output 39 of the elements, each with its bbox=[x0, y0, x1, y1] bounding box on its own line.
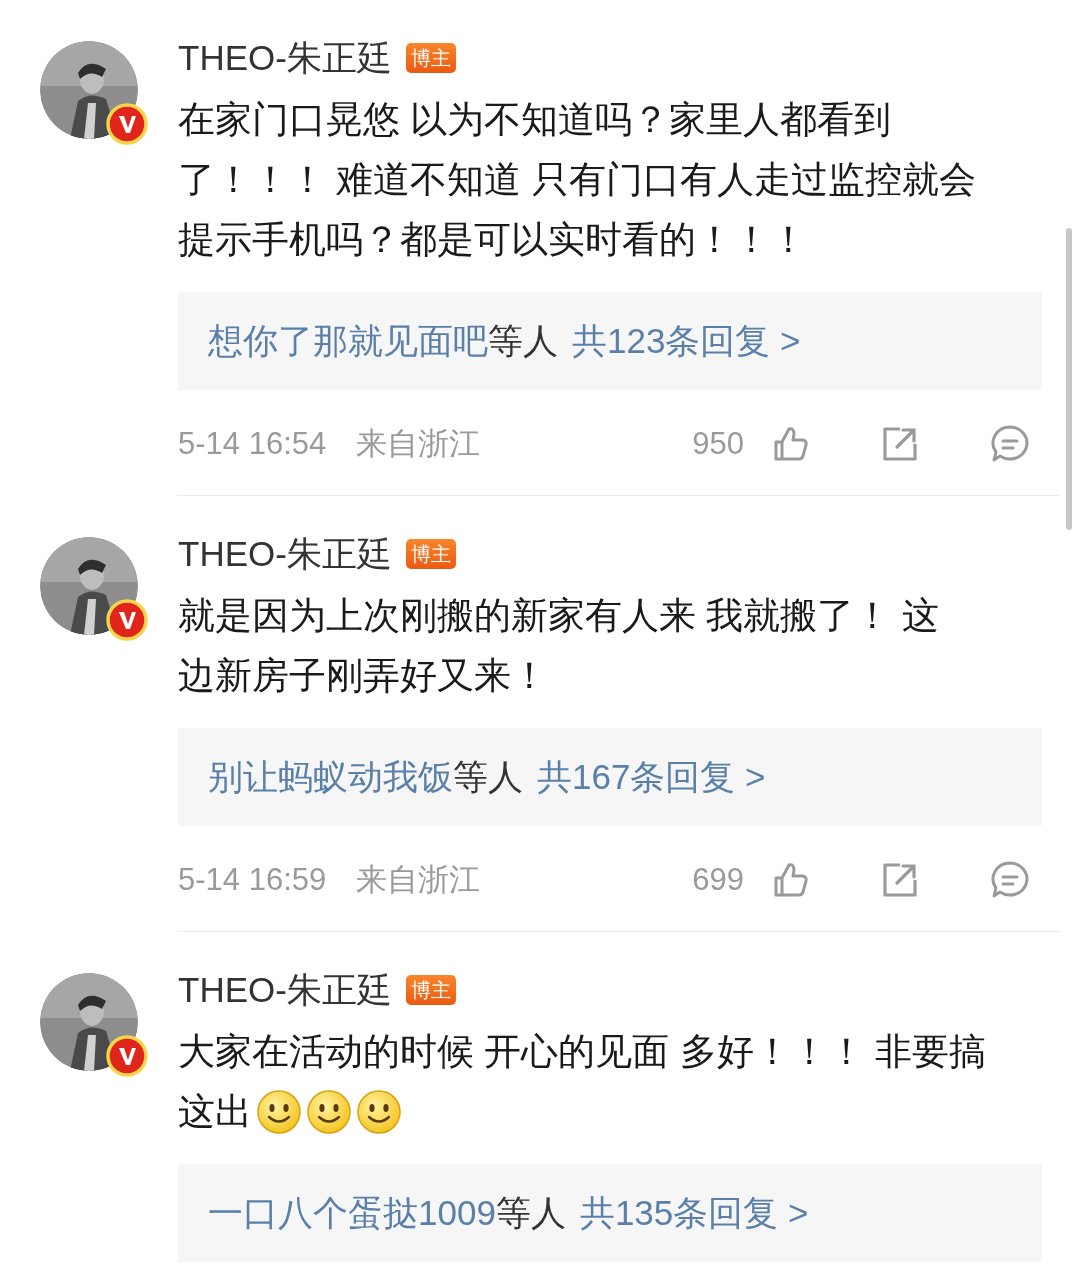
share-icon[interactable] bbox=[880, 860, 920, 900]
comment-text: 在家门口晃悠 以为不知道吗？家里人都看到 bbox=[178, 98, 892, 142]
author-name[interactable]: THEO-朱正廷 bbox=[178, 966, 392, 1014]
comment-location: 来自浙江 bbox=[356, 425, 481, 463]
replies-text: 等人 bbox=[488, 319, 558, 362]
share-icon[interactable] bbox=[880, 424, 920, 464]
role-badge: 博主 bbox=[405, 539, 456, 569]
smiley-icon bbox=[356, 1089, 402, 1135]
smiley-icon bbox=[306, 1089, 352, 1135]
comment-text: 提示手机吗？都是可以实时看的！！！ bbox=[178, 218, 807, 262]
like-count: 699 bbox=[692, 862, 744, 898]
comment-icon[interactable] bbox=[990, 860, 1030, 900]
author-name[interactable]: THEO-朱正廷 bbox=[178, 530, 392, 578]
comment-location: 来自浙江 bbox=[356, 861, 481, 899]
replies-text: 等人 bbox=[495, 1191, 566, 1234]
reply-count-link[interactable]: 共167条回复 > bbox=[537, 753, 766, 801]
replies-panel[interactable]: 想你了那就见面吧等人 共123条回复 > bbox=[178, 292, 1042, 390]
replier-name[interactable]: 想你了那就见面吧 bbox=[208, 317, 488, 365]
reply-count-link[interactable]: 共123条回复 > bbox=[572, 317, 801, 365]
role-badge: 博主 bbox=[405, 43, 456, 73]
replies-panel[interactable]: 一口八个蛋挞1009等人 共135条回复 > bbox=[178, 1164, 1042, 1262]
replier-name[interactable]: 一口八个蛋挞1009 bbox=[208, 1189, 496, 1237]
like-count: 950 bbox=[692, 426, 744, 462]
comment-text: 边新房子刚弄好又来！ bbox=[178, 654, 548, 698]
reply-count-link[interactable]: 共135条回复 > bbox=[579, 1189, 809, 1237]
author-name[interactable]: THEO-朱正廷 bbox=[178, 34, 392, 82]
comment-icon[interactable] bbox=[990, 424, 1030, 464]
replier-name[interactable]: 别让蚂蚁动我饭 bbox=[208, 753, 453, 801]
comment-text: 这出 bbox=[178, 1090, 252, 1134]
role-badge: 博主 bbox=[405, 975, 456, 1005]
comment-text: 就是因为上次刚搬的新家有人来 我就搬了！ 这 bbox=[178, 594, 939, 638]
comment-time: 5-14 16:54 bbox=[178, 426, 327, 462]
replies-text: 等人 bbox=[453, 755, 523, 798]
comment-time: 5-14 16:59 bbox=[178, 862, 327, 898]
replies-panel[interactable]: 别让蚂蚁动我饭等人 共167条回复 > bbox=[178, 728, 1042, 826]
smiley-icon bbox=[256, 1089, 302, 1135]
comment-text: 了！！！ 难道不知道 只有门口有人走过监控就会 bbox=[178, 158, 976, 202]
scrollbar[interactable] bbox=[1066, 228, 1072, 530]
comment-text: 大家在活动的时候 开心的见面 多好！！！ 非要搞 bbox=[178, 1030, 986, 1074]
